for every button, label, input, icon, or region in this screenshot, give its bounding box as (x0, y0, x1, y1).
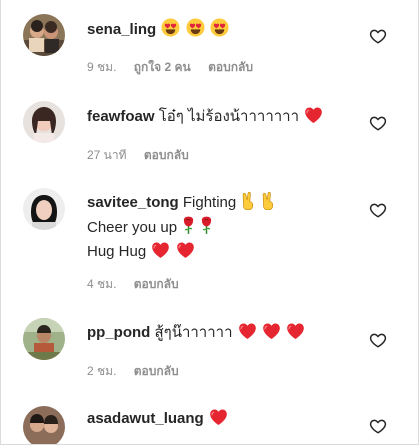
like-heart-icon[interactable] (369, 417, 387, 435)
comment-meta: 27 นาที ตอบกลับ (87, 146, 203, 165)
avatar[interactable] (23, 101, 65, 143)
comment-time: 2 ชม. (87, 364, 117, 378)
red-heart-emoji-icon (238, 322, 257, 346)
comment-username[interactable]: savitee_tong (87, 194, 179, 211)
comment-time: 4 ชม. (87, 277, 117, 291)
comment-text-line: Cheer you up (87, 219, 178, 236)
heart-eyes-emoji-icon (186, 18, 205, 43)
reply-button[interactable]: ตอบกลับ (134, 277, 179, 291)
comment-meta: 4 ชม. ตอบกลับ (87, 275, 193, 294)
heart-eyes-emoji-icon (161, 18, 180, 43)
reply-button[interactable]: ตอบกลับ (208, 60, 253, 74)
rose-emoji-icon (182, 216, 195, 241)
red-heart-emoji-icon (209, 408, 228, 432)
avatar[interactable] (23, 188, 65, 230)
rose-emoji-icon (200, 216, 213, 241)
red-heart-emoji-icon (286, 322, 305, 346)
comment-likes-link[interactable]: ถูกใจ 2 คน (134, 60, 191, 74)
comment-text: Fighting (182, 194, 237, 211)
victory-hand-emoji-icon (261, 191, 275, 216)
red-heart-emoji-icon (151, 241, 170, 265)
red-heart-emoji-icon (176, 241, 195, 265)
comment-text: สู้ๆน๊าาาาาา (154, 324, 233, 341)
comment-time: 27 นาที (87, 148, 127, 162)
like-heart-icon[interactable] (369, 331, 387, 349)
like-heart-icon[interactable] (369, 27, 387, 45)
avatar[interactable] (23, 318, 65, 360)
comment-text: โอ๋ๆ ไม่ร้องน้าาาาาาา (158, 108, 300, 125)
reply-button[interactable]: ตอบกลับ (134, 364, 179, 378)
reply-button[interactable]: ตอบกลับ (144, 148, 189, 162)
heart-eyes-emoji-icon (210, 18, 229, 43)
comment-username[interactable]: sena_ling (87, 21, 156, 38)
comment-meta: 2 ชม. ตอบกลับ (87, 362, 193, 381)
like-heart-icon[interactable] (369, 114, 387, 132)
victory-hand-emoji-icon (241, 191, 255, 216)
like-heart-icon[interactable] (369, 201, 387, 219)
comment-meta: 9 ชม. ถูกใจ 2 คน ตอบกลับ (87, 58, 267, 77)
comment-text-line: Hug Hug (87, 243, 147, 260)
comment-username[interactable]: feawfoaw (87, 108, 155, 125)
comments-panel: sena_ling 9 ชม. ถูกใจ 2 คน ตอบกลับ feawf… (0, 0, 419, 445)
avatar[interactable] (23, 406, 65, 444)
comment-username[interactable]: asadawut_luang (87, 410, 204, 427)
comment-username[interactable]: pp_pond (87, 324, 150, 341)
avatar[interactable] (23, 14, 65, 56)
red-heart-emoji-icon (304, 106, 323, 130)
red-heart-emoji-icon (262, 322, 281, 346)
comment-time: 9 ชม. (87, 60, 117, 74)
